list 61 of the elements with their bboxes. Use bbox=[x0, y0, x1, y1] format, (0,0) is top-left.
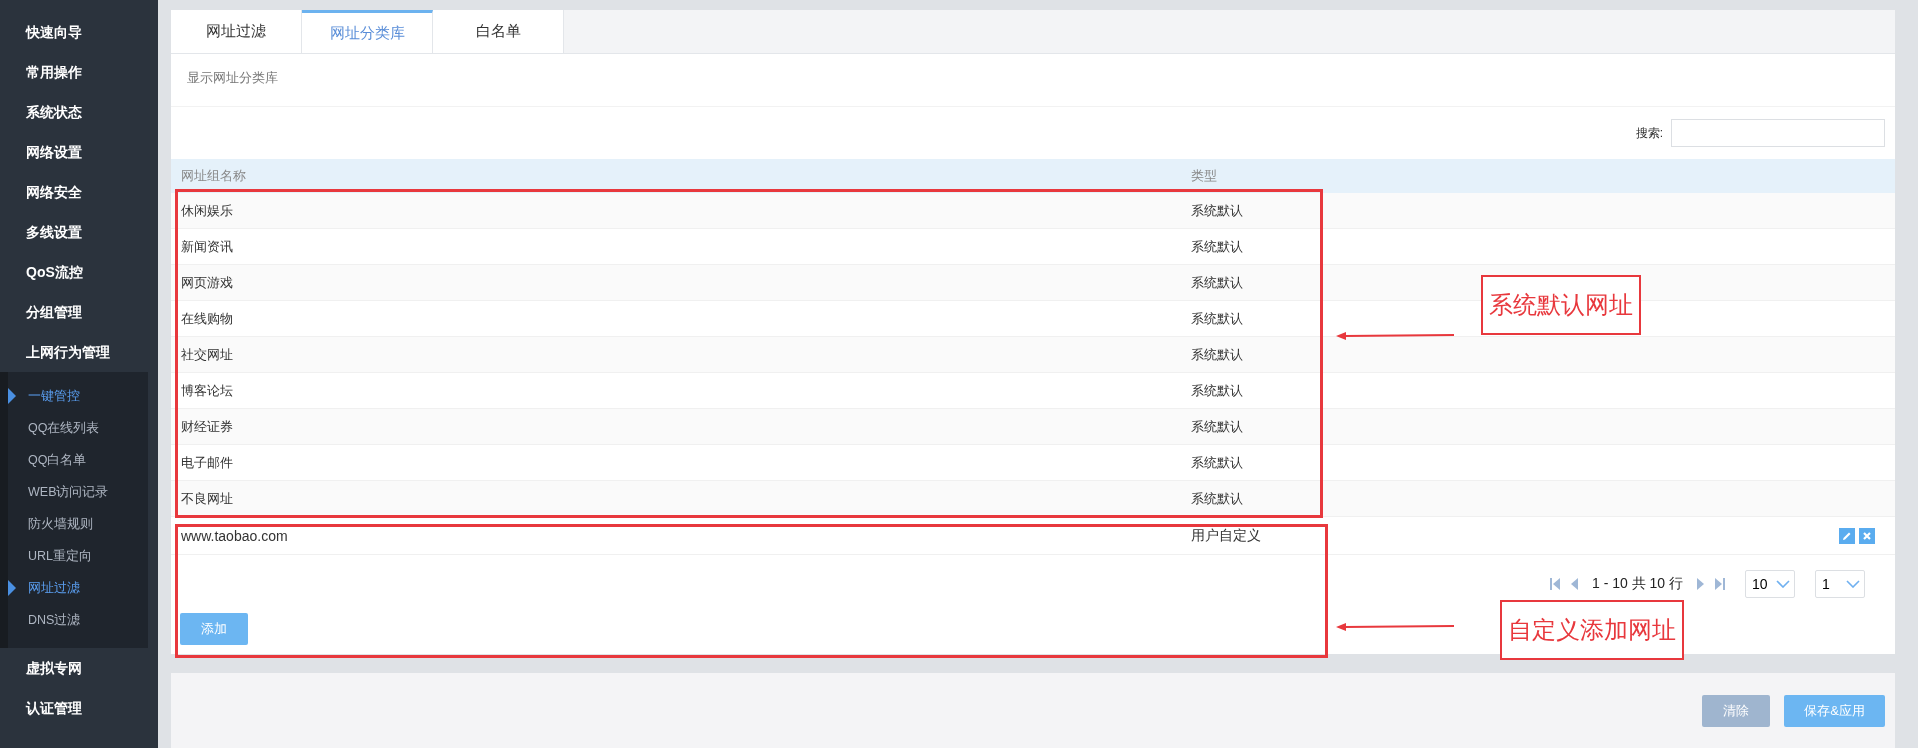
first-page-icon[interactable] bbox=[1549, 578, 1560, 590]
triangle-marker-icon bbox=[8, 580, 16, 596]
nav-item[interactable]: 系统状态 bbox=[0, 92, 158, 132]
submenu-item[interactable]: DNS过滤 bbox=[8, 604, 148, 636]
nav-item[interactable]: 网络安全 bbox=[0, 172, 158, 212]
nav-item[interactable]: 快速向导 bbox=[0, 12, 158, 52]
table-cell-text: 财经证券 bbox=[180, 417, 234, 436]
table-cell-text: 系统默认 bbox=[1191, 345, 1244, 364]
table-cell-text: 博客论坛 bbox=[180, 381, 234, 400]
page-size-select[interactable]: 10 bbox=[1745, 570, 1795, 598]
table-cell-text: 在线购物 bbox=[180, 309, 234, 328]
submenu-item[interactable]: URL重定向 bbox=[8, 540, 148, 572]
table-cell-text: 系统默认 bbox=[1191, 381, 1244, 400]
section-subtitle: 显示网址分类库 bbox=[171, 54, 1895, 107]
triangle-marker-icon bbox=[8, 388, 16, 404]
nav-item[interactable]: 分组管理 bbox=[0, 292, 158, 332]
table-cell-text: 系统默认 bbox=[1191, 309, 1244, 328]
search-field[interactable] bbox=[1671, 119, 1885, 147]
nav-item[interactable]: QoS流控 bbox=[0, 252, 158, 292]
table-cell-text: www.taobao.com bbox=[180, 527, 289, 544]
table-cell-text: 系统默认 bbox=[1191, 273, 1244, 292]
submenu-item[interactable]: 网址过滤 bbox=[8, 572, 148, 604]
page-select[interactable]: 1 bbox=[1815, 570, 1865, 598]
nav-item[interactable]: 多线设置 bbox=[0, 212, 158, 252]
tab[interactable]: 网址过滤 bbox=[171, 10, 302, 53]
submenu-item[interactable]: QQ白名单 bbox=[8, 444, 148, 476]
tab[interactable]: 白名单 bbox=[433, 10, 564, 53]
nav-item[interactable]: 上网行为管理 bbox=[0, 332, 158, 372]
annotation-label: 自定义添加网址 bbox=[1500, 600, 1684, 660]
nav-item[interactable]: 网络设置 bbox=[0, 132, 158, 172]
chevron-down-icon bbox=[1846, 580, 1860, 588]
table-cell-text: 电子邮件 bbox=[180, 453, 234, 472]
table-cell-text: 不良网址 bbox=[180, 489, 234, 508]
nav-item[interactable]: 认证管理 bbox=[0, 688, 158, 728]
table-cell-text: 社交网址 bbox=[180, 345, 234, 364]
table-cell-text: 用户自定义 bbox=[1191, 526, 1262, 545]
table-cell-text: 网页游戏 bbox=[180, 273, 234, 292]
table-cell-text: 系统默认 bbox=[1191, 201, 1244, 220]
last-page-icon[interactable] bbox=[1715, 578, 1725, 590]
search-label: 搜索: bbox=[1635, 124, 1663, 142]
table-cell-text: 系统默认 bbox=[1191, 417, 1244, 436]
submenu-item[interactable]: WEB访问记录 bbox=[8, 476, 148, 508]
close-icon[interactable] bbox=[1859, 527, 1875, 544]
submenu-item[interactable]: QQ在线列表 bbox=[8, 412, 148, 444]
column-header: 类型 bbox=[1191, 167, 1218, 185]
nav-item[interactable]: 常用操作 bbox=[0, 52, 158, 92]
next-page-icon[interactable] bbox=[1697, 578, 1705, 590]
table-cell-text: 系统默认 bbox=[1191, 453, 1244, 472]
annotation-label: 系统默认网址 bbox=[1481, 275, 1641, 335]
submenu-item[interactable]: 防火墙规则 bbox=[8, 508, 148, 540]
table-cell-text: 系统默认 bbox=[1191, 489, 1244, 508]
nav-item[interactable]: 虚拟专网 bbox=[0, 648, 158, 688]
pagination-summary: 1 - 10 共 10 行 bbox=[1591, 575, 1683, 593]
previous-page-icon[interactable] bbox=[1569, 578, 1578, 590]
table-cell-text: 系统默认 bbox=[1191, 237, 1244, 256]
edit-icon[interactable] bbox=[1839, 527, 1855, 544]
table-cell-text: 休闲娱乐 bbox=[180, 201, 234, 220]
table-cell-text: 新闻资讯 bbox=[180, 237, 234, 256]
chevron-down-icon bbox=[1776, 580, 1790, 588]
submenu-item[interactable]: 一键管控 bbox=[8, 380, 148, 412]
column-header: 网址组名称 bbox=[180, 167, 247, 185]
